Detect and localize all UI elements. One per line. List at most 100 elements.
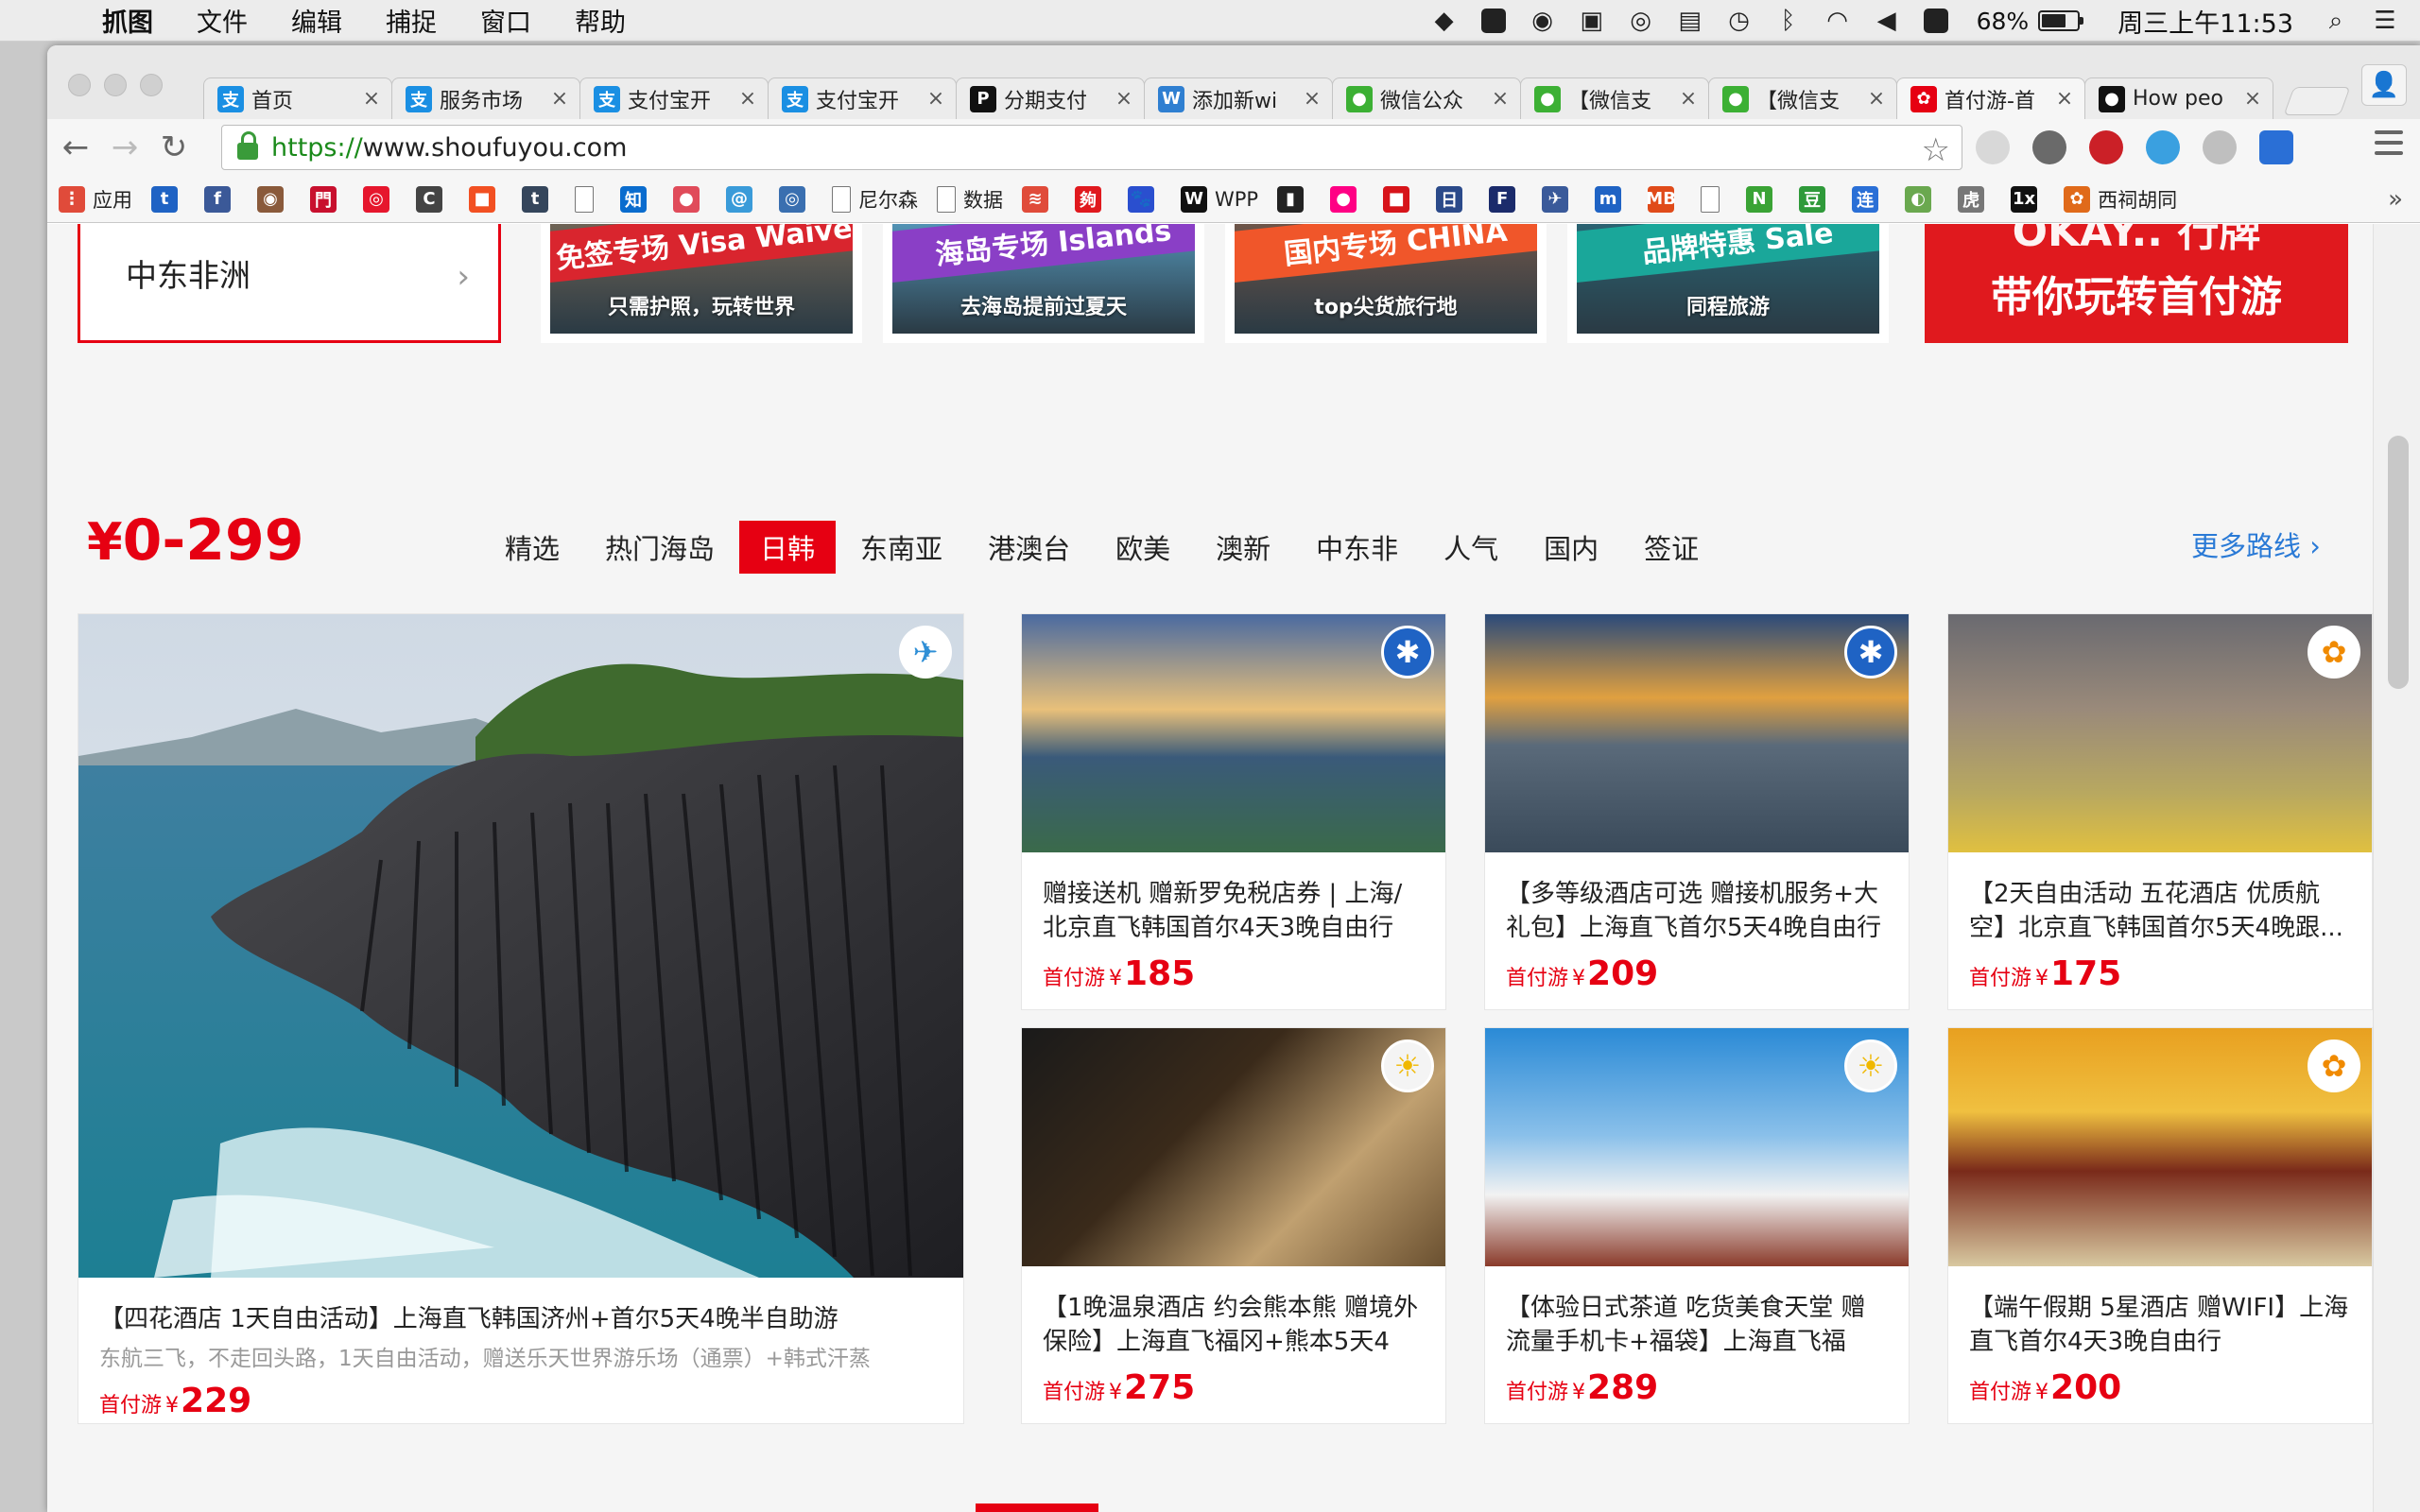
close-tab-icon[interactable]: × [737, 87, 758, 111]
profile-button[interactable]: 👤 [2361, 64, 2407, 106]
zoom-window-button[interactable] [140, 74, 163, 96]
promo-china[interactable]: 国内专场 CHINA top尖货旅行地 [1225, 224, 1547, 343]
bookmark-item[interactable]: ● [1330, 185, 1364, 213]
menu-help[interactable]: 帮助 [575, 2, 626, 39]
evernote-icon[interactable] [2032, 130, 2066, 164]
bookmark-item[interactable]: 豆 [1799, 185, 1833, 213]
product-card[interactable]: ☀ 【体验日式茶道 吃货美食天堂 赠流量手机卡+福袋】上海直飞福冈... 首付游¥2… [1484, 1027, 1910, 1424]
memory-icon[interactable]: ▤ [1674, 7, 1706, 35]
bookmark-item[interactable]: ■ [1383, 185, 1417, 213]
bookmark-item[interactable]: 🐾 [1128, 185, 1162, 213]
browser-tab[interactable]: ● 微信公众 × [1332, 77, 1521, 119]
browser-tab[interactable]: ✿ 首付游-首 × [1896, 77, 2085, 119]
promo-islands[interactable]: 海岛专场 Islands 去海岛提前过夏天 [883, 224, 1204, 343]
close-tab-icon[interactable]: × [2242, 87, 2263, 111]
new-tab-button[interactable] [2283, 87, 2351, 115]
bookmark-item[interactable]: ▮ [1277, 185, 1311, 213]
browser-tab[interactable]: 支首页 × [203, 77, 392, 119]
battery-icon[interactable] [2038, 10, 2084, 31]
bookmark-item[interactable]: ◎ [363, 185, 397, 213]
wifi-icon[interactable]: ◠ [1822, 7, 1854, 35]
reload-button[interactable]: ↻ [153, 127, 195, 168]
xiami-icon[interactable] [1478, 7, 1510, 35]
category-tab[interactable]: 精选 [484, 521, 580, 574]
browser-menu-icon[interactable] [2375, 130, 2403, 162]
product-card[interactable]: ✿ 【2天自由活动 五花酒店 优质航空】北京直飞韩国首尔5天4晚跟... 首付游 ¥1… [1947, 613, 2373, 1010]
bookmark-item[interactable]: @ [726, 185, 760, 213]
category-tab[interactable]: 中东非 [1295, 521, 1419, 574]
close-tab-icon[interactable]: × [1866, 87, 1887, 111]
minimize-window-button[interactable] [104, 74, 127, 96]
menu-file[interactable]: 文件 [197, 2, 248, 39]
shoufuyou-red-banner[interactable]: OKAY.. 行牌 带你玩转首付游 [1925, 224, 2348, 343]
category-tab[interactable]: 国内 [1523, 521, 1619, 574]
promo-sale[interactable]: 品牌特惠 Sale 同程旅游 [1567, 224, 1889, 343]
browser-tab[interactable]: ● 【微信支 × [1520, 77, 1709, 119]
browser-tab[interactable]: 支支付宝开 × [768, 77, 957, 119]
bookmark-item[interactable]: 尼尔森 [832, 185, 918, 214]
bookmark-item[interactable]: 門 [310, 185, 344, 213]
wechat-status-icon[interactable]: ◉ [1527, 7, 1559, 35]
browser-tab[interactable]: 支服务市场 × [391, 77, 580, 119]
browser-tab[interactable]: 支支付宝开 × [579, 77, 769, 119]
forward-button[interactable]: → [104, 127, 146, 168]
bookmark-item[interactable]: N [1746, 185, 1780, 213]
category-tab[interactable]: 东南亚 [839, 521, 963, 574]
close-tab-icon[interactable]: × [2054, 87, 2075, 111]
product-card[interactable]: ☀ 【1晚温泉酒店 约会熊本熊 赠境外保险】上海直飞福冈+熊本5天4晚... 首付游… [1021, 1027, 1446, 1424]
bookmark-app-icon[interactable]: ▣ [1576, 7, 1608, 35]
promo-visa-waiver[interactable]: 免签专场 Visa Waiver 只需护照，玩转世界 [541, 224, 862, 343]
browser-tab[interactable]: P 分期支付 × [956, 77, 1145, 119]
bookmark-item[interactable]: 虎 [1958, 185, 1992, 213]
bookmark-item[interactable]: t [522, 185, 556, 213]
menu-capture[interactable]: 捕捉 [386, 2, 437, 39]
sync-app-icon[interactable] [1920, 7, 1952, 35]
clock[interactable]: 周三上午11:53 [2118, 3, 2293, 40]
category-tab[interactable]: 人气 [1423, 521, 1519, 574]
close-tab-icon[interactable]: × [1678, 87, 1699, 111]
address-bar[interactable]: https:// www.shoufuyou.com ☆ [221, 125, 1962, 170]
close-tab-icon[interactable]: × [1114, 87, 1134, 111]
time-machine-icon[interactable]: ◷ [1723, 7, 1755, 35]
close-tab-icon[interactable]: × [925, 87, 946, 111]
bookmark-item[interactable]: ■ [469, 185, 503, 213]
bookmark-item[interactable]: ✈ [1542, 185, 1576, 213]
featured-product-card[interactable]: ✈ 【四花酒店 1天自由活动】上海直飞韩国济州+首尔5天4晚半自助游 东航三飞，… [78, 613, 964, 1424]
page-scrollbar[interactable] [2373, 224, 2420, 1512]
bookmark-item[interactable]: 日 [1436, 185, 1470, 213]
bookmark-item[interactable] [1701, 185, 1727, 213]
bookmark-item[interactable]: m [1595, 185, 1629, 213]
category-tab[interactable]: 签证 [1623, 521, 1720, 574]
qq-icon[interactable]: ◆ [1428, 7, 1461, 35]
pinterest-icon[interactable] [2089, 130, 2123, 164]
colorful-dots-icon[interactable] [2146, 130, 2180, 164]
bookmark-item[interactable]: 1x [2011, 185, 2045, 213]
scrollbar-thumb[interactable] [2388, 436, 2409, 689]
bookmark-item[interactable]: 数据 [937, 185, 1003, 214]
category-tab[interactable]: 欧美 [1095, 521, 1191, 574]
category-tab[interactable]: 港澳台 [967, 521, 1091, 574]
category-tab[interactable]: 澳新 [1195, 521, 1291, 574]
bookmarks-overflow-icon[interactable]: » [2388, 185, 2403, 214]
browser-tab[interactable]: W 添加新wi × [1144, 77, 1333, 119]
bookmark-star-icon[interactable]: ☆ [1922, 131, 1950, 169]
close-window-button[interactable] [68, 74, 91, 96]
bookmark-item[interactable] [575, 185, 601, 213]
bookmark-item[interactable]: ✿ 西祠胡同 [2064, 185, 2177, 214]
bookmark-item[interactable]: t [151, 185, 185, 213]
close-tab-icon[interactable]: × [1302, 87, 1322, 111]
moon-icon[interactable] [2203, 130, 2237, 164]
close-tab-icon[interactable]: × [549, 87, 570, 111]
creative-cloud-icon[interactable]: ◎ [1625, 7, 1657, 35]
bookmark-item[interactable]: ⋮ 应用 [59, 185, 132, 214]
bookmark-item[interactable]: ◐ [1905, 185, 1939, 213]
extension-glasses-icon[interactable] [1976, 130, 2010, 164]
region-card-middle-east-africa[interactable]: 中东非洲 › [78, 224, 501, 343]
close-tab-icon[interactable]: × [1490, 87, 1511, 111]
spotlight-search-icon[interactable]: ⌕ [2320, 7, 2352, 35]
close-tab-icon[interactable]: × [361, 87, 382, 111]
product-card[interactable]: ✱ 赠接送机 赠新罗免税店券 | 上海/北京直飞韩国首尔4天3晚自由行 首付游 ¥18… [1021, 613, 1446, 1010]
bookmark-item[interactable]: 夠 [1075, 185, 1109, 213]
more-routes-link[interactable]: 更多路线 › [2191, 524, 2321, 564]
menu-app-name[interactable]: 抓图 [102, 2, 153, 39]
